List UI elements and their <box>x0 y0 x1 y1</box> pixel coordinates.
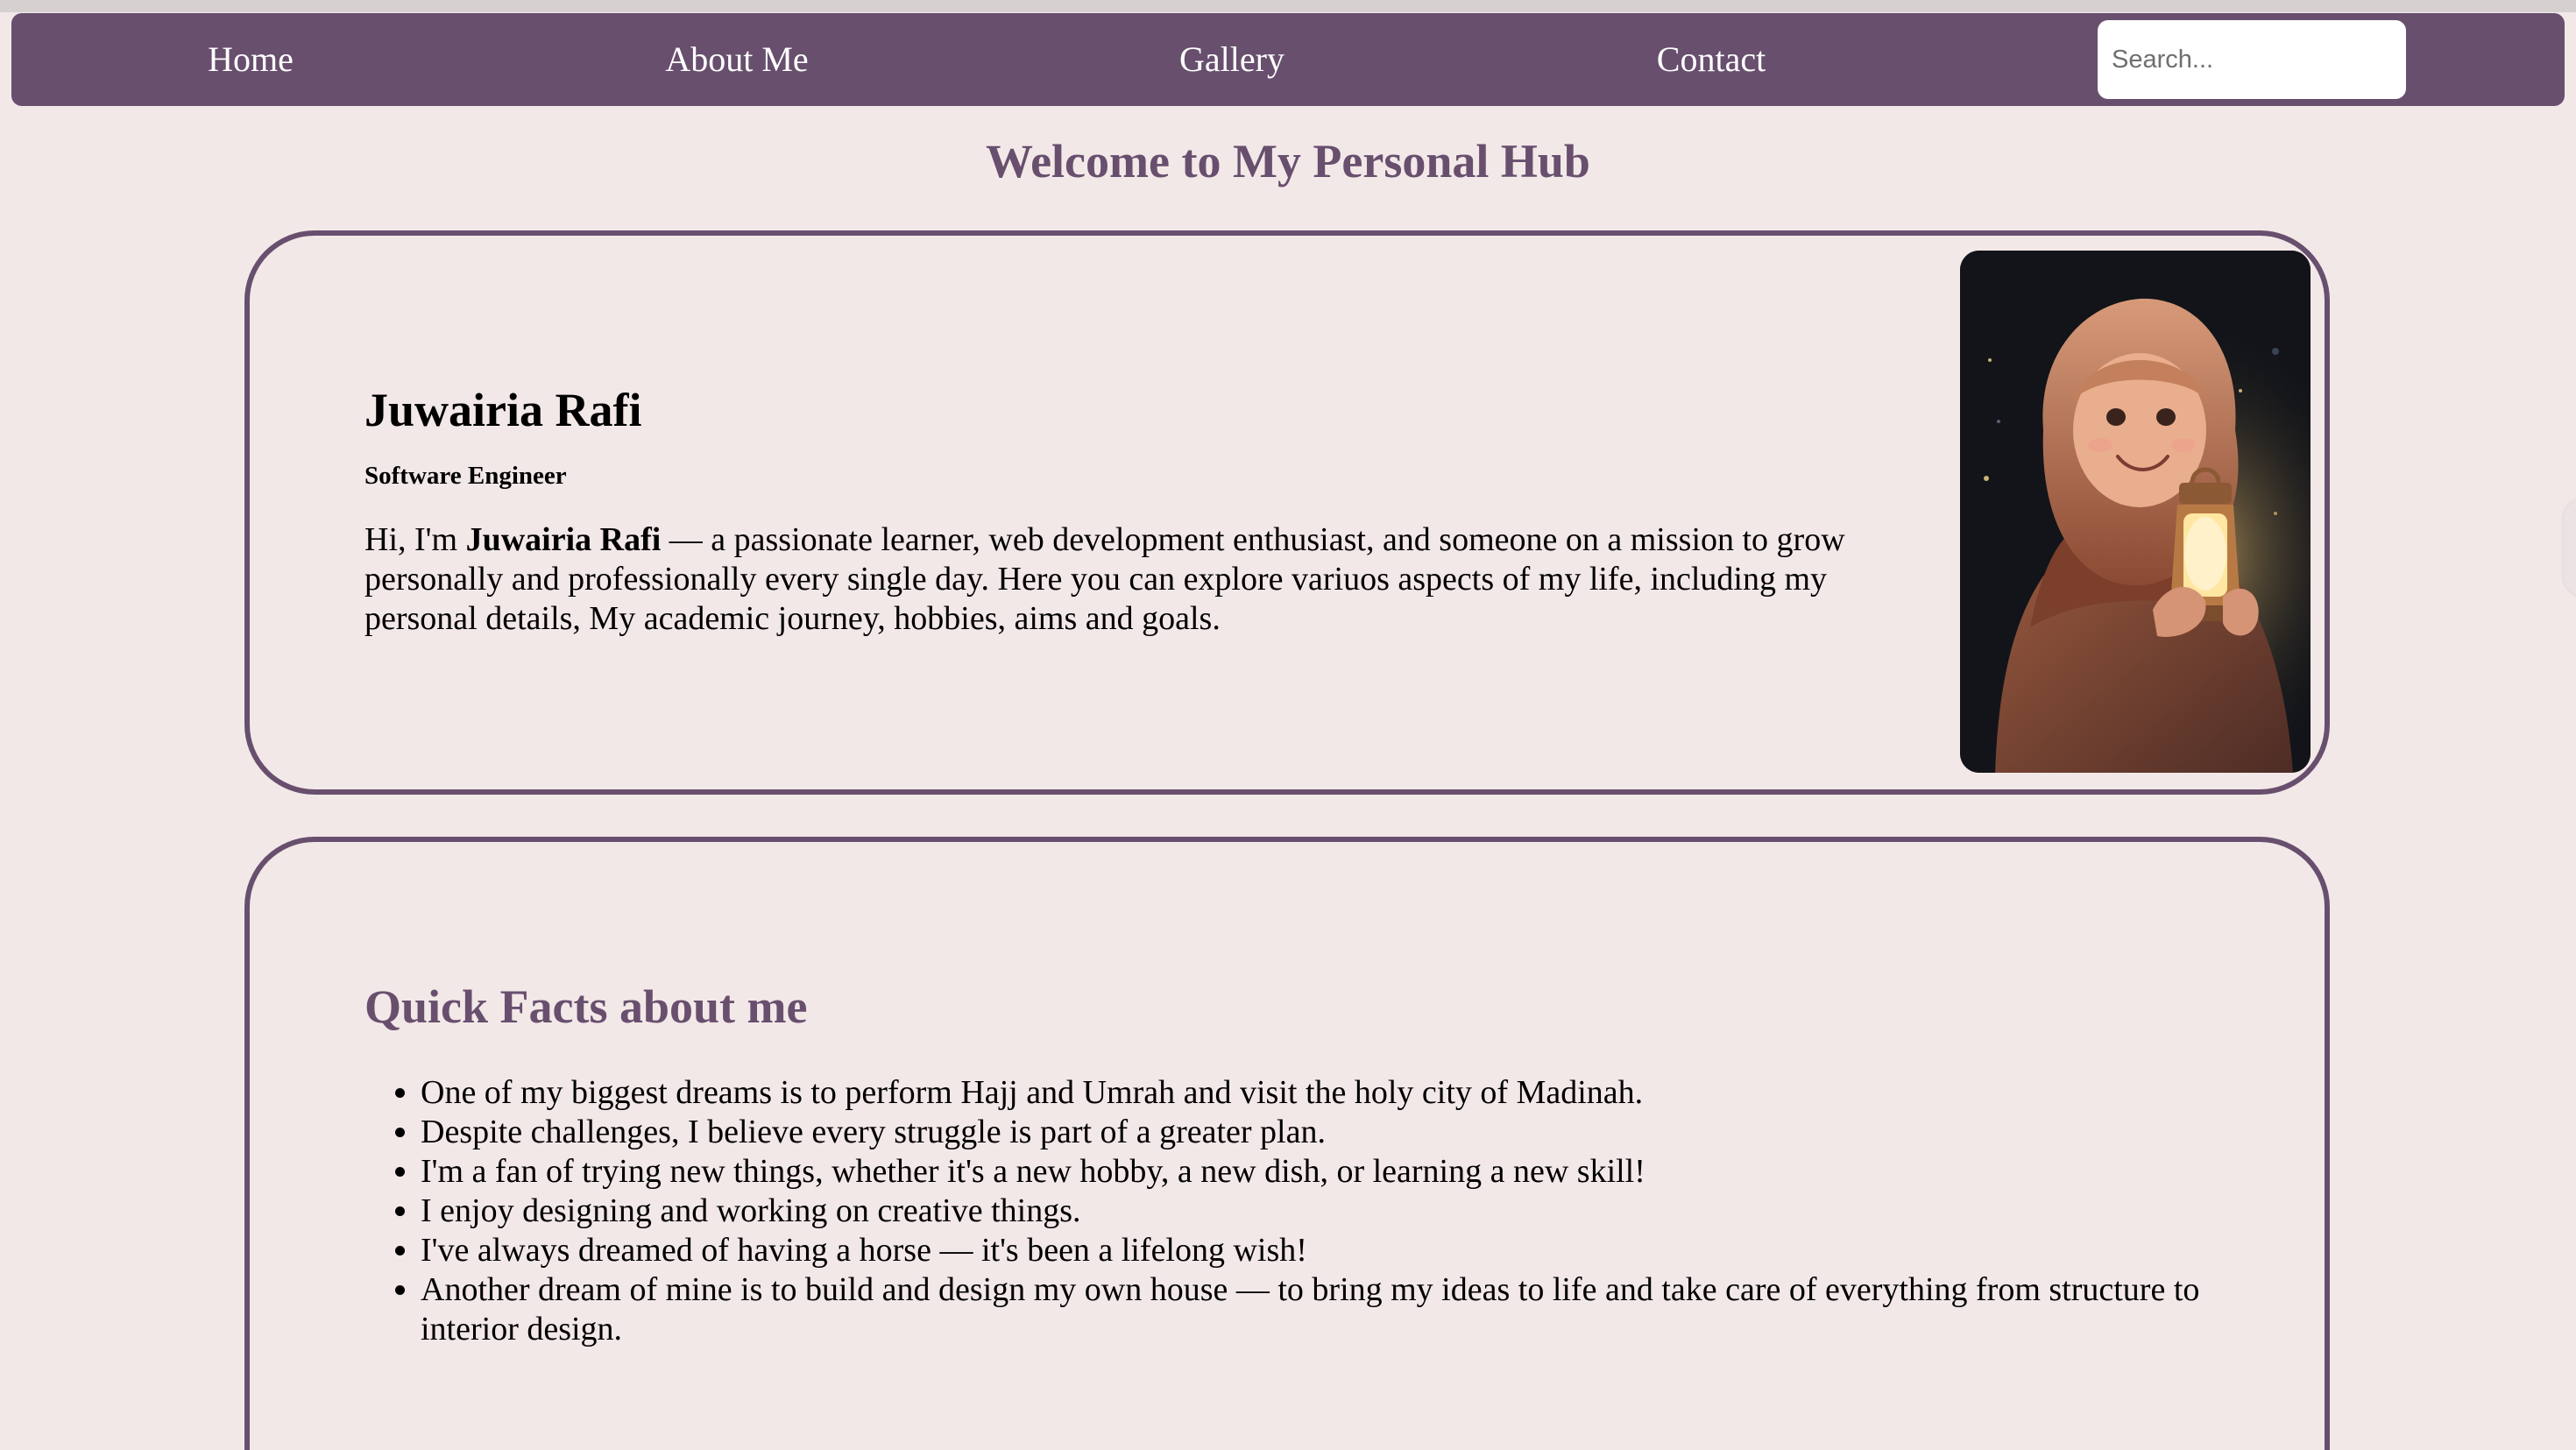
quick-facts-heading: Quick Facts about me <box>364 980 808 1033</box>
page-title: Welcome to My Personal Hub <box>986 135 1590 187</box>
list-item: I've always dreamed of having a horse — … <box>421 1231 2261 1270</box>
nav-about-link[interactable]: About Me <box>665 13 808 106</box>
intro-paragraph: Hi, I'm Juwairia Rafi — a passionate lea… <box>364 520 1942 639</box>
navbar: Home About Me Gallery Contact <box>11 13 2565 106</box>
list-item: I'm a fan of trying new things, whether … <box>421 1152 2261 1192</box>
intro-paragraph-prefix: Hi, I'm <box>364 521 466 558</box>
nav-contact-link[interactable]: Contact <box>1657 13 1766 106</box>
side-scroll-handle[interactable] <box>2564 499 2576 596</box>
profile-role: Software Engineer <box>364 462 567 490</box>
nav-gallery-link[interactable]: Gallery <box>1179 13 1284 106</box>
quick-facts-list: One of my biggest dreams is to perform H… <box>364 1073 2261 1349</box>
quick-facts-card: Quick Facts about me One of my biggest d… <box>244 837 2330 1450</box>
list-item: One of my biggest dreams is to perform H… <box>421 1073 2261 1113</box>
profile-name: Juwairia Rafi <box>364 384 642 436</box>
list-item: Despite challenges, I believe every stru… <box>421 1113 2261 1152</box>
search-input[interactable] <box>2098 20 2406 99</box>
intro-card: Juwairia Rafi Software Engineer Hi, I'm … <box>244 230 2330 795</box>
profile-illustration <box>1960 251 2311 773</box>
intro-paragraph-name: Juwairia Rafi <box>465 521 662 558</box>
nav-home-link[interactable]: Home <box>208 13 294 106</box>
list-item: I enjoy designing and working on creativ… <box>421 1192 2261 1231</box>
browser-top-strip <box>0 0 2576 12</box>
list-item: Another dream of mine is to build and de… <box>421 1270 2261 1349</box>
